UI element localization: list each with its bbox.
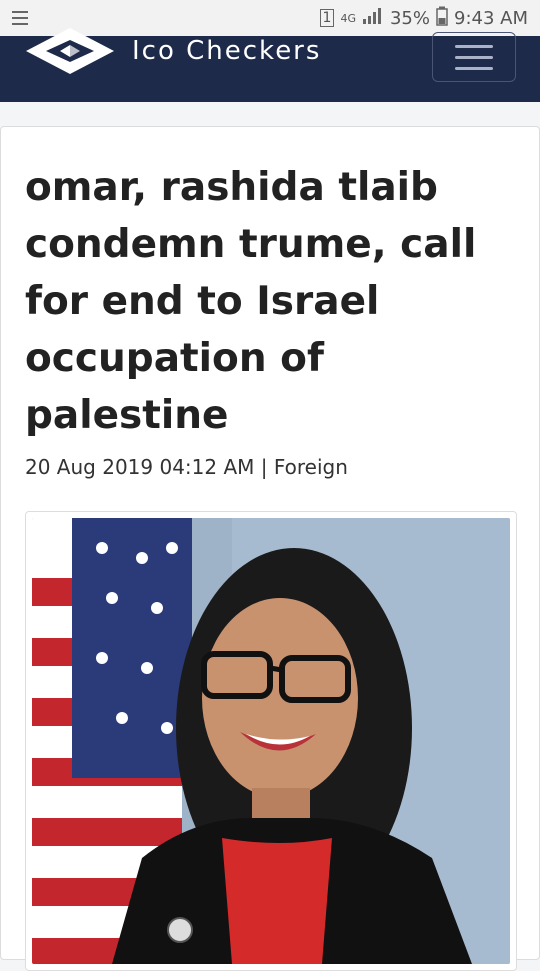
hamburger-menu-button[interactable]: [432, 32, 516, 82]
article-title: omar, rashida tlaib condemn trume, call …: [25, 165, 477, 438]
meta-separator: |: [254, 455, 274, 479]
article-image-frame: [25, 511, 517, 971]
brand-link[interactable]: Ico Checkers: [24, 26, 321, 76]
article-meta: 20 Aug 2019 04:12 AM | Foreign: [25, 455, 348, 479]
list-icon: [12, 11, 28, 25]
logo-icon: [24, 26, 116, 76]
sim-icon: 1: [319, 9, 335, 27]
battery-percentage: 35%: [389, 7, 430, 29]
article-date: 20 Aug 2019 04:12 AM: [25, 455, 255, 479]
article-image[interactable]: [32, 518, 510, 964]
navbar: Ico Checkers: [0, 28, 540, 102]
battery-icon: [436, 6, 448, 31]
clock: 9:43 AM: [454, 7, 528, 29]
network-label: 4G: [340, 11, 356, 25]
article-card: omar, rashida tlaib condemn trume, call …: [0, 126, 540, 971]
signal-icon: [362, 7, 384, 30]
brand-name: Ico Checkers: [132, 36, 322, 66]
article-category[interactable]: Foreign: [274, 455, 348, 479]
